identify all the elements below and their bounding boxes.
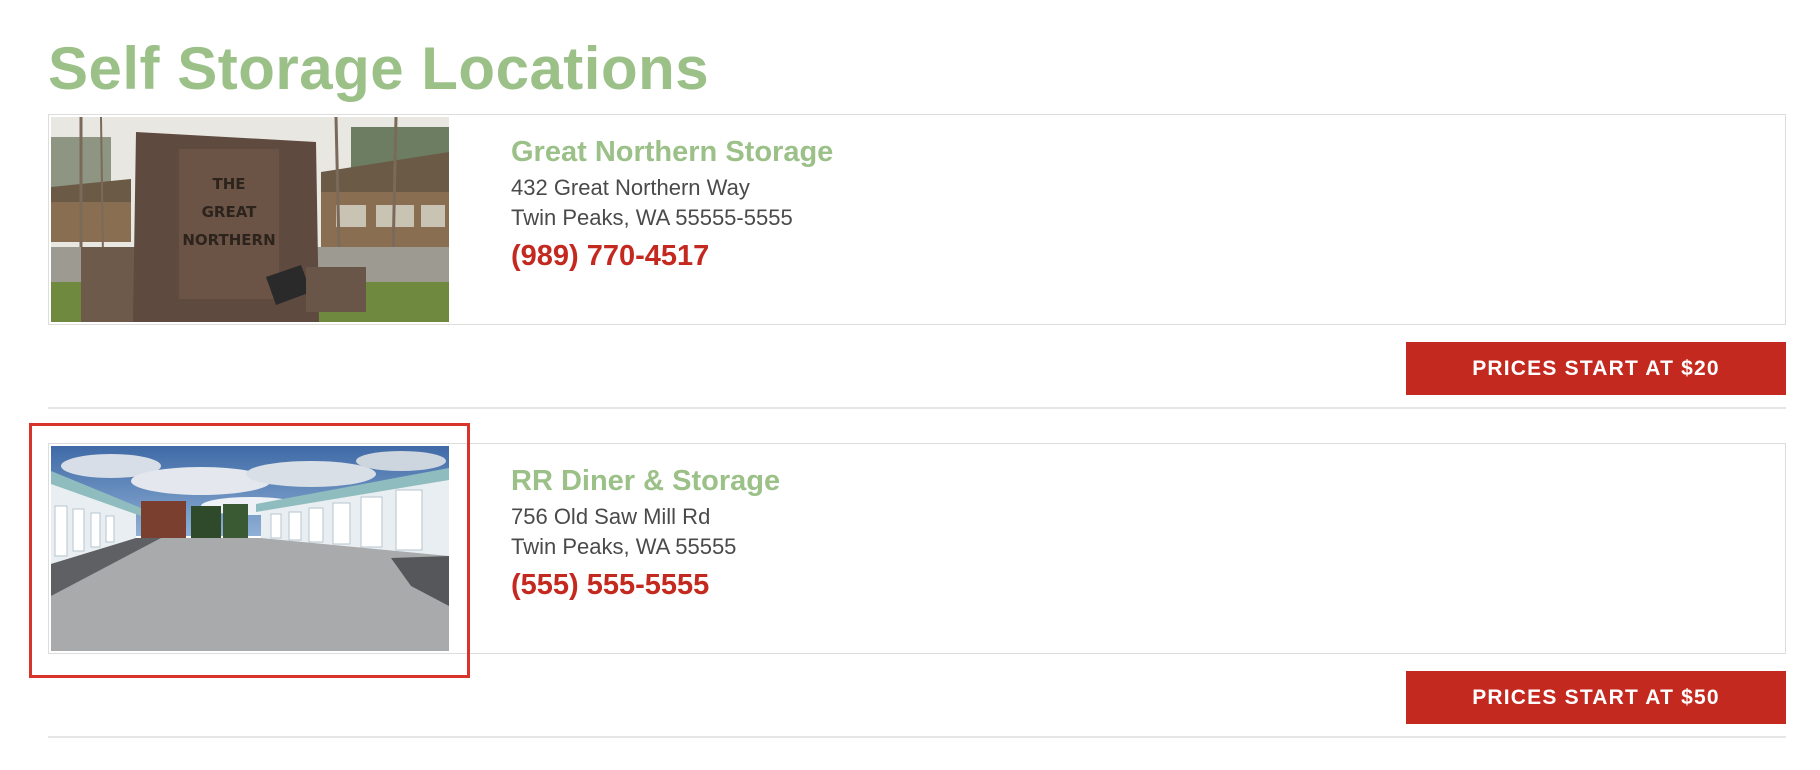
great-northern-photo: THE GREAT NORTHERN (51, 117, 449, 322)
location-info: Great Northern Storage 432 Great Norther… (511, 135, 1611, 273)
sign-text-line: THE (212, 175, 245, 193)
location-info: RR Diner & Storage 756 Old Saw Mill Rd T… (511, 464, 1611, 602)
location-street-address: 432 Great Northern Way (511, 175, 750, 200)
location-name-link[interactable]: RR Diner & Storage (511, 464, 1611, 498)
location-card[interactable]: THE GREAT NORTHERN Great Northern Storag… (48, 114, 1786, 325)
sign-text-line: NORTHERN (182, 231, 275, 249)
location-phone-link[interactable]: (989) 770-4517 (511, 239, 1611, 273)
page: Self Storage Locations THE GREAT NORTHER… (0, 0, 1820, 770)
location-city-state-zip: Twin Peaks, WA 55555 (511, 534, 737, 559)
location-city-state-zip: Twin Peaks, WA 55555-5555 (511, 205, 793, 230)
price-row: PRICES START AT $20 (48, 325, 1786, 409)
rr-diner-storage-photo (51, 446, 449, 651)
sign-text-line: GREAT (202, 203, 258, 221)
location-street-address: 756 Old Saw Mill Rd (511, 504, 711, 529)
page-title: Self Storage Locations (48, 35, 710, 102)
prices-start-button[interactable]: PRICES START AT $20 (1406, 342, 1786, 395)
location-listing: THE GREAT NORTHERN Great Northern Storag… (48, 114, 1786, 409)
location-name-link[interactable]: Great Northern Storage (511, 135, 1611, 169)
location-photo[interactable]: THE GREAT NORTHERN (51, 117, 449, 322)
price-row: PRICES START AT $50 (48, 654, 1786, 738)
location-phone-link[interactable]: (555) 555-5555 (511, 568, 1611, 602)
location-photo[interactable] (51, 446, 449, 651)
location-listing: RR Diner & Storage 756 Old Saw Mill Rd T… (48, 443, 1786, 738)
prices-start-button[interactable]: PRICES START AT $50 (1406, 671, 1786, 724)
location-card[interactable]: RR Diner & Storage 756 Old Saw Mill Rd T… (48, 443, 1786, 654)
